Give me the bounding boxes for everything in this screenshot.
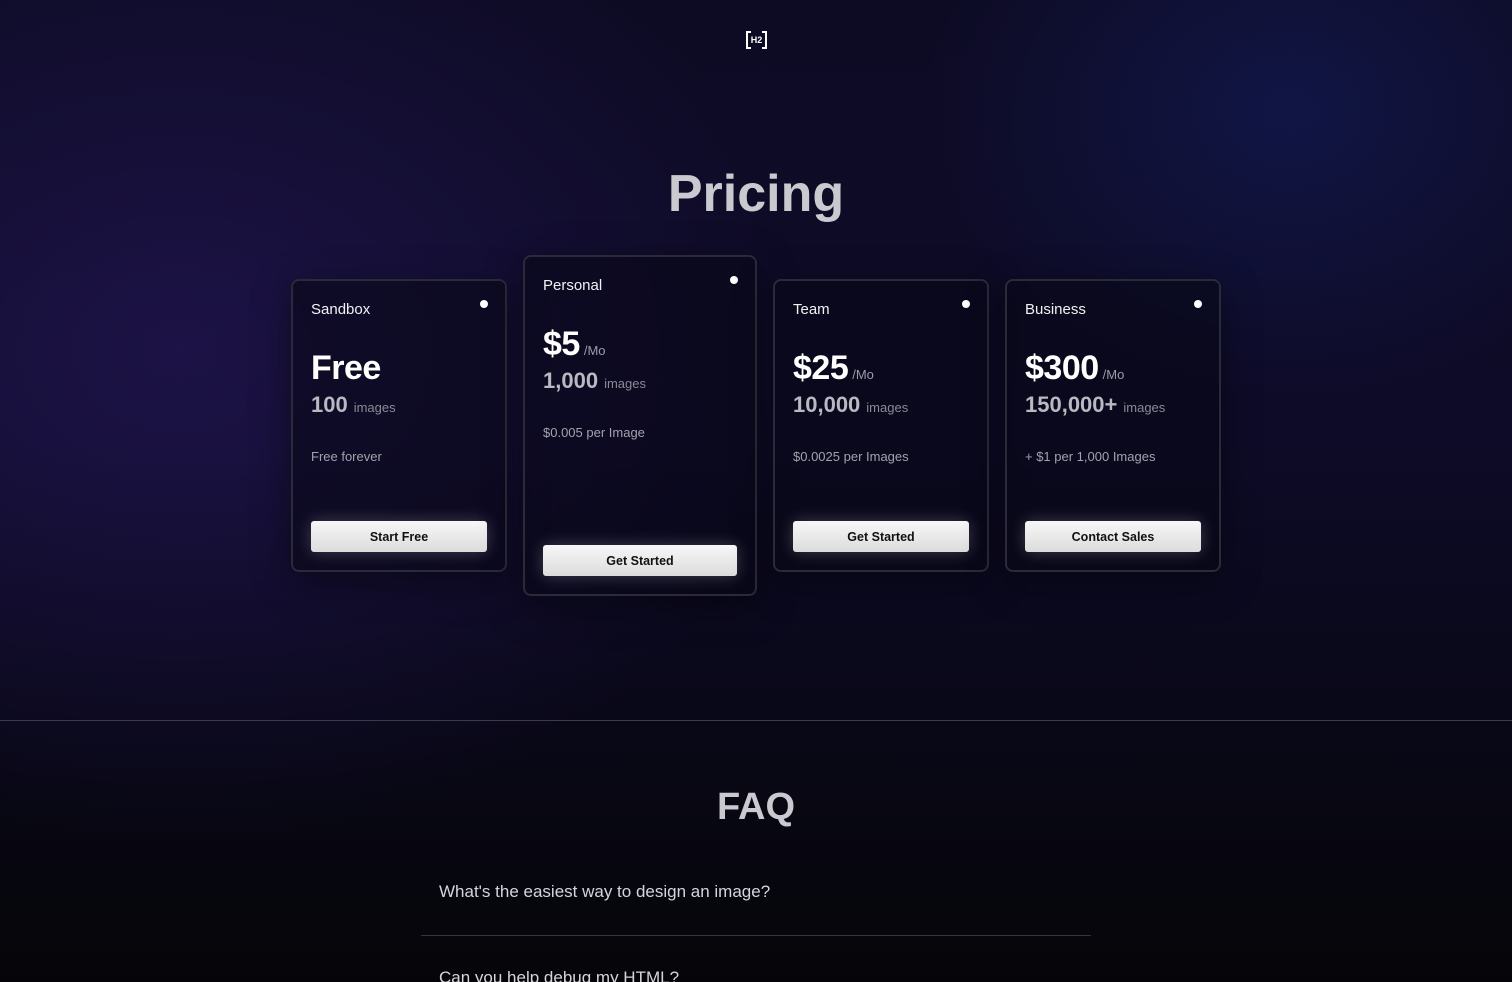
plan-price: $5 bbox=[543, 325, 580, 363]
plan-name: Sandbox bbox=[311, 301, 371, 318]
plan-indicator-dot bbox=[962, 300, 970, 308]
faq-separator bbox=[421, 935, 1091, 936]
plan-indicator-dot bbox=[480, 300, 488, 308]
plan-card-personal: Personal $5 /Mo 1,000 images $0.005 per … bbox=[523, 255, 757, 596]
plan-price: Free bbox=[311, 349, 381, 387]
logo-text: H2 bbox=[750, 35, 763, 45]
plan-period: /Mo bbox=[1102, 367, 1125, 382]
faq-item[interactable]: What's the easiest way to design an imag… bbox=[421, 872, 1091, 912]
price-row: $25 /Mo bbox=[793, 349, 874, 388]
faq-title: FAQ bbox=[716, 786, 796, 828]
quantity-row: 100 images bbox=[311, 392, 396, 418]
plan-note: Free forever bbox=[311, 449, 382, 464]
plan-card-business: Business $300 /Mo 150,000+ images + $1 p… bbox=[1005, 279, 1221, 572]
contact-sales-button[interactable]: Contact Sales bbox=[1025, 521, 1201, 552]
plan-name: Personal bbox=[543, 277, 603, 294]
plan-card-team: Team $25 /Mo 10,000 images $0.0025 per I… bbox=[773, 279, 989, 572]
plan-indicator-dot bbox=[730, 276, 738, 284]
plan-note: + $1 per 1,000 Images bbox=[1025, 449, 1156, 464]
quantity-row: 150,000+ images bbox=[1025, 392, 1165, 418]
plan-price: $25 bbox=[793, 349, 849, 387]
price-row: Free bbox=[311, 349, 381, 388]
quantity-row: 10,000 images bbox=[793, 392, 908, 418]
logo-bracket-left bbox=[746, 31, 751, 49]
get-started-button-team[interactable]: Get Started bbox=[793, 521, 969, 552]
plan-quantity: 100 bbox=[311, 392, 348, 417]
section-divider bbox=[0, 720, 1512, 721]
plan-card-sandbox: Sandbox Free 100 images Free forever Sta… bbox=[291, 279, 507, 572]
faq-question: Can you help debug my HTML? bbox=[439, 968, 680, 982]
faq-question: What's the easiest way to design an imag… bbox=[439, 882, 771, 901]
plan-indicator-dot bbox=[1194, 300, 1202, 308]
price-row: $5 /Mo bbox=[543, 325, 606, 364]
plan-note: $0.0025 per Images bbox=[793, 449, 909, 464]
plan-period: /Mo bbox=[852, 367, 874, 382]
start-free-button[interactable]: Start Free bbox=[311, 521, 487, 552]
plan-quantity: 150,000+ bbox=[1025, 392, 1118, 417]
logo[interactable]: H2 bbox=[746, 31, 767, 49]
pricing-title: Pricing bbox=[667, 165, 845, 223]
plan-name: Team bbox=[793, 301, 830, 318]
plan-unit: images bbox=[353, 400, 396, 415]
plan-price: $300 bbox=[1025, 349, 1099, 387]
plan-period: /Mo bbox=[583, 343, 606, 358]
get-started-button-personal[interactable]: Get Started bbox=[543, 545, 737, 576]
plan-unit: images bbox=[866, 400, 909, 415]
plan-unit: images bbox=[604, 376, 646, 391]
plan-note: $0.005 per Image bbox=[543, 425, 645, 440]
logo-bracket-right bbox=[762, 31, 767, 49]
price-row: $300 /Mo bbox=[1025, 349, 1124, 388]
plan-quantity: 10,000 bbox=[793, 392, 861, 417]
plan-name: Business bbox=[1025, 301, 1086, 318]
quantity-row: 1,000 images bbox=[543, 368, 646, 394]
plan-quantity: 1,000 bbox=[543, 368, 599, 393]
faq-item[interactable]: Can you help debug my HTML? bbox=[421, 958, 1091, 982]
plan-unit: images bbox=[1123, 400, 1166, 415]
